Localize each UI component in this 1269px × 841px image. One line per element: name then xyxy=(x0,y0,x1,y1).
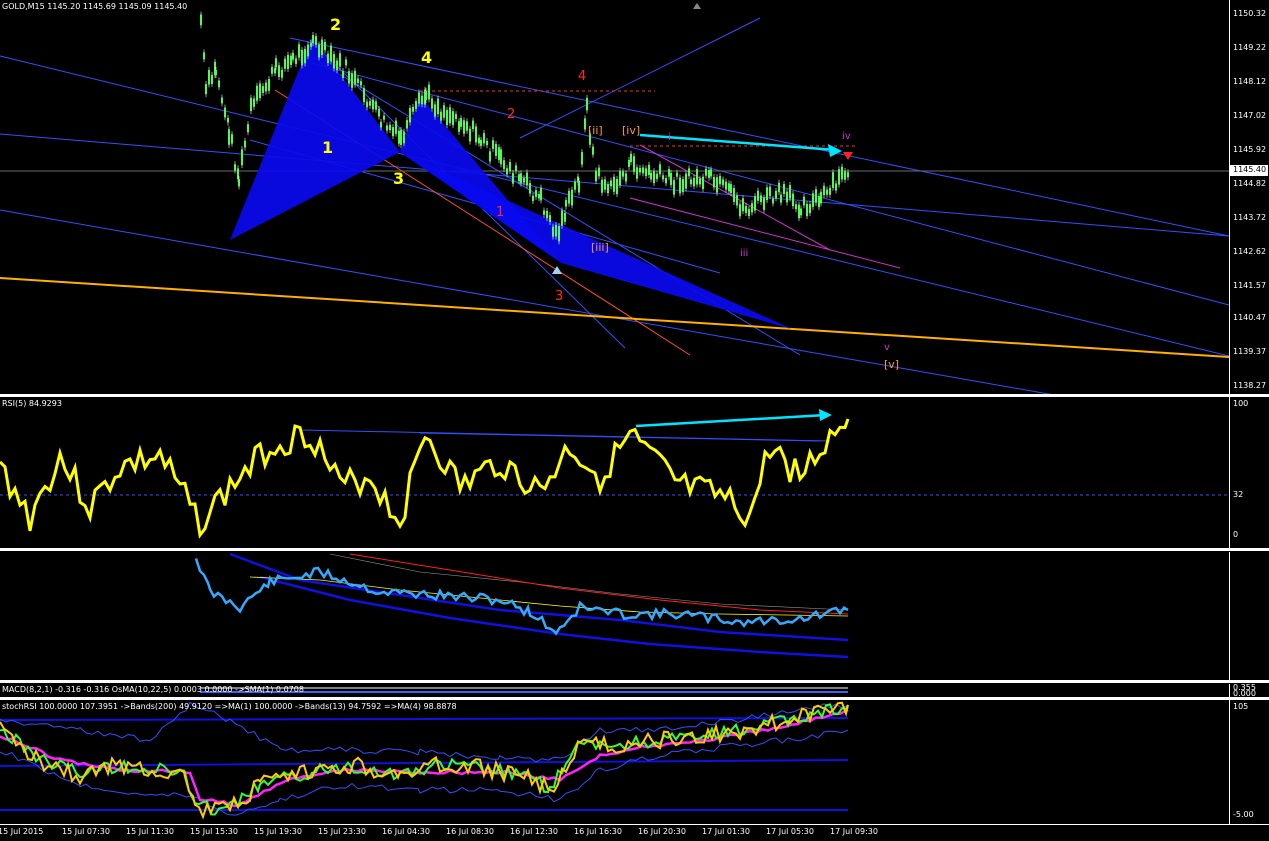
price-tick: 1147.02 xyxy=(1233,111,1267,120)
price-tick: 1148.12 xyxy=(1233,77,1267,86)
wave-label-i: i xyxy=(668,132,671,143)
price-tick: 1138.27 xyxy=(1233,381,1267,390)
wave-label-y2: 2 xyxy=(330,15,341,34)
time-axis[interactable]: 15 Jul 2015 15 Jul 07:30 15 Jul 11:30 15 Ju… xyxy=(0,824,1269,841)
time-label: 17 Jul 05:30 xyxy=(766,827,814,836)
time-label: 17 Jul 09:30 xyxy=(830,827,878,836)
stoch-tick-bottom: -5.00 xyxy=(1233,810,1254,819)
time-label: 15 Jul 11:30 xyxy=(126,827,174,836)
rsi-line xyxy=(0,418,850,539)
time-label: 15 Jul 07:30 xyxy=(62,827,110,836)
macd-pane[interactable]: MACD(8,2,1) -0.316 -0.316 OsMA(10,22,5) … xyxy=(0,684,1229,697)
wave-label-y3: 3 xyxy=(393,169,404,188)
pane-separator[interactable] xyxy=(0,680,1269,683)
bands-main-line xyxy=(194,558,849,636)
macd-label: MACD(8,2,1) -0.316 -0.316 OsMA(10,22,5) … xyxy=(2,685,304,694)
rsi-tick-32: 32 xyxy=(1233,490,1244,499)
wave-label-r2: 2 xyxy=(507,107,515,122)
stochrsi-pane[interactable]: stochRSI 100.0000 107.3951 ->Bands(200) … xyxy=(0,700,1229,824)
symbol-label: GOLD,M15 1145.20 1145.69 1145.09 1145.40 xyxy=(2,2,188,11)
time-label: 16 Jul 08:30 xyxy=(446,827,494,836)
harmonic-pattern xyxy=(230,38,790,328)
price-tick: 1139.37 xyxy=(1233,347,1267,356)
wave-label-r3: 3 xyxy=(555,289,563,304)
wave-label-y4: 4 xyxy=(421,48,432,67)
rsi-tick-0: 0 xyxy=(1233,530,1239,539)
price-tick: 1149.22 xyxy=(1233,43,1267,52)
macd-tick-bottom: 0.000 xyxy=(1233,689,1256,697)
price-tick: 1142.62 xyxy=(1233,247,1267,256)
stochrsi-label: stochRSI 100.0000 107.3951 ->Bands(200) … xyxy=(2,702,457,711)
wave-label-y1: 1 xyxy=(322,138,333,157)
bands-canvas xyxy=(194,552,849,659)
price-tick: 1141.57 xyxy=(1233,281,1267,290)
chart-shift-icon[interactable] xyxy=(693,3,701,9)
wave-label-v-bracket: [v] xyxy=(884,358,899,371)
moving-average-line xyxy=(0,277,1229,358)
time-label: 16 Jul 04:30 xyxy=(382,827,430,836)
rsi-canvas xyxy=(0,409,1229,539)
wave-label-iii: iii xyxy=(740,248,748,259)
price-tick: 1143.72 xyxy=(1233,213,1267,222)
macd-axis: 0.355 0.000 xyxy=(1229,684,1269,697)
bands-axis xyxy=(1229,552,1269,680)
wave-label-r4: 4 xyxy=(578,69,586,84)
price-chart-canvas: 2 1 3 4 4 2 1 3 [ii] [iv] [iii] [v] i ii… xyxy=(0,3,1229,396)
price-axis[interactable]: 1150.32 1149.22 1148.12 1147.02 1145.92 1144.… xyxy=(1229,0,1269,396)
wave-label-v: v xyxy=(884,342,890,353)
pane-separator[interactable] xyxy=(0,548,1269,551)
bands-pane[interactable] xyxy=(0,552,1229,680)
rsi-cyan-arrow xyxy=(635,409,832,428)
rsi-label: RSI(5) 84.9293 xyxy=(2,399,62,408)
price-tick: 1150.32 xyxy=(1233,9,1267,18)
time-label: 15 Jul 19:30 xyxy=(254,827,302,836)
rsi-tick-100: 100 xyxy=(1233,399,1249,408)
stoch-tick-top: 105 xyxy=(1233,702,1249,711)
rsi-axis: 100 32 0 xyxy=(1229,397,1269,548)
rsi-pane[interactable]: RSI(5) 84.9293 xyxy=(0,397,1229,548)
stochrsi-signal-line xyxy=(0,703,849,816)
wave-label-iii-bracket: [iii] xyxy=(591,241,609,254)
time-label: 16 Jul 16:30 xyxy=(574,827,622,836)
time-label: 16 Jul 12:30 xyxy=(510,827,558,836)
trend-channel-lines xyxy=(0,17,1229,396)
price-chart-pane[interactable]: 2 1 3 4 4 2 1 3 [ii] [iv] [iii] [v] i ii… xyxy=(0,0,1229,396)
stochrsi-canvas xyxy=(0,701,849,820)
time-label: 15 Jul 23:30 xyxy=(318,827,366,836)
price-tick: 1145.92 xyxy=(1233,145,1267,154)
time-label: 17 Jul 01:30 xyxy=(702,827,750,836)
wave-label-iv-bracket: [iv] xyxy=(622,124,640,137)
current-price-tag: 1145.40 xyxy=(1230,165,1268,176)
price-tick: 1140.47 xyxy=(1233,313,1267,322)
price-tick: 1144.82 xyxy=(1233,179,1267,188)
time-label: 16 Jul 20:30 xyxy=(638,827,686,836)
wave-label-r1: 1 xyxy=(496,205,504,220)
buy-arrow-icon xyxy=(552,266,562,274)
time-label: 15 Jul 2015 xyxy=(0,827,44,836)
time-label: 15 Jul 15:30 xyxy=(190,827,238,836)
wave-label-ii: [ii] xyxy=(588,124,603,137)
wave-label-iv: iv xyxy=(842,131,851,142)
stochrsi-axis: 105 -5.00 xyxy=(1229,700,1269,824)
